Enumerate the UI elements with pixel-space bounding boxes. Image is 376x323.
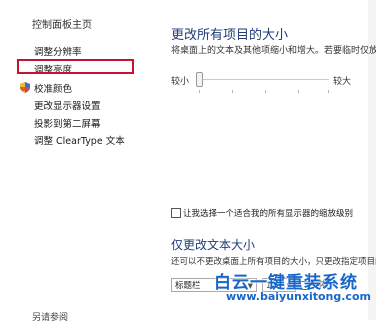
- sidebar-home-link[interactable]: 控制面板主页: [32, 16, 92, 31]
- slider-tick: [328, 90, 329, 93]
- page-title: 更改所有项目的大小: [171, 28, 289, 43]
- sidebar-item-project-second-screen[interactable]: 投影到第二屏幕: [34, 116, 101, 130]
- slider-max-label: 较大: [333, 77, 352, 87]
- text-size-description: 还可以不更改桌面上所有项目的大小，只更改指定项目的: [171, 257, 376, 267]
- sidebar: 控制面板主页 调整分辨率 调整亮度 校准颜色 更改显示器设置 投影到第二屏幕 调…: [0, 0, 160, 323]
- custom-scaling-checkbox[interactable]: [171, 208, 181, 218]
- watermark-url: www.baiyunxitong.com: [226, 290, 371, 303]
- slider-tick: [298, 90, 299, 93]
- size-slider-thumb[interactable]: [196, 72, 203, 87]
- shield-icon: [20, 82, 30, 93]
- slider-tick: [232, 90, 233, 93]
- page-description: 将桌面上的文本及其他项缩小和增大。若要临时仅放大: [171, 46, 376, 56]
- size-slider-track[interactable]: [196, 79, 329, 80]
- sidebar-item-resolution[interactable]: 调整分辨率: [34, 44, 82, 58]
- highlight-box: [17, 59, 134, 74]
- text-item-select-value: 标题栏: [175, 281, 201, 291]
- slider-min-label: 较小: [171, 77, 190, 87]
- sidebar-item-display-settings[interactable]: 更改显示器设置: [34, 98, 101, 112]
- sidebar-item-calibrate-color[interactable]: 校准颜色: [34, 81, 72, 95]
- custom-scaling-label: 让我选择一个适合我的所有显示器的缩放级别: [183, 209, 354, 219]
- slider-tick: [199, 90, 200, 93]
- slider-tick: [265, 90, 266, 93]
- text-size-heading: 仅更改文本大小: [171, 238, 256, 252]
- sidebar-item-cleartype[interactable]: 调整 ClearType 文本: [34, 133, 125, 147]
- see-also-label: 另请参阅: [32, 313, 69, 323]
